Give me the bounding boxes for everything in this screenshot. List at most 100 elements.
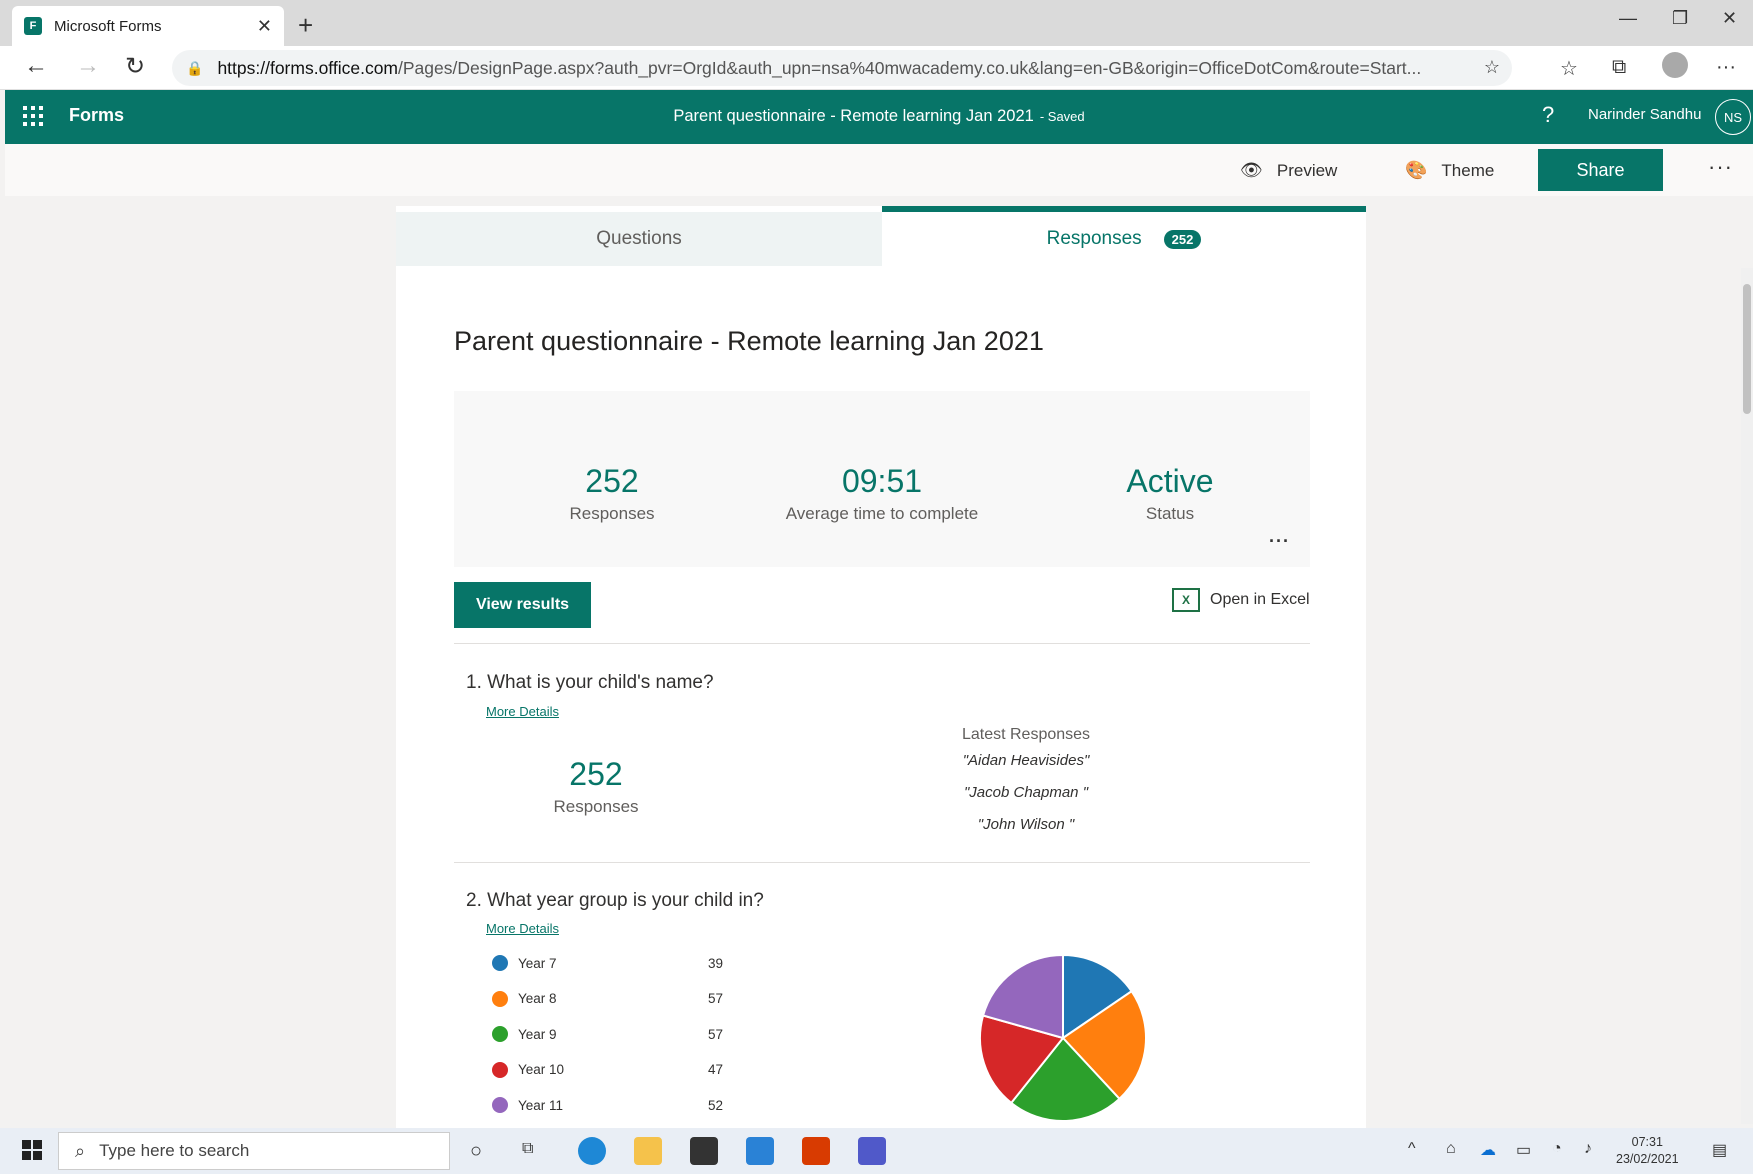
browser-tabstrip: F Microsoft Forms ✕ + — ❐ ✕ xyxy=(0,0,1753,46)
windows-start-icon[interactable] xyxy=(22,1140,42,1160)
notifications-icon[interactable]: ▤ xyxy=(1712,1140,1727,1160)
legend-swatch xyxy=(492,955,508,971)
legend-value: 39 xyxy=(708,955,724,971)
stat-status: Active Status xyxy=(1126,463,1214,523)
store-icon[interactable] xyxy=(690,1137,718,1165)
legend-swatch xyxy=(492,990,508,1007)
url-text: https://forms.office.com/Pages/DesignPag… xyxy=(217,57,1422,78)
legend-item: Year 11 52 xyxy=(492,1090,762,1120)
tab-title: Microsoft Forms xyxy=(54,17,162,35)
legend-value: 57 xyxy=(708,1026,724,1042)
windows-taskbar: ⌕ Type here to search ○ ⧉ ^ ⌂ ☁ ▭ ◔ ♪ 07… xyxy=(0,1128,1753,1174)
form-title-header: Parent questionnaire - Remote learning J… xyxy=(5,107,1753,126)
legend-swatch xyxy=(492,1061,508,1078)
legend-label: Year 9 xyxy=(518,1026,557,1042)
latest-response-item: "Jacob Chapman " xyxy=(963,784,1089,801)
legend-value: 57 xyxy=(708,991,724,1006)
user-avatar[interactable]: NS xyxy=(1715,99,1751,135)
legend-item: Year 7 39 xyxy=(492,948,762,978)
settings-more-icon[interactable]: ··· xyxy=(1716,56,1736,79)
excel-icon: X xyxy=(1172,588,1200,612)
page-title: Parent questionnaire - Remote learning J… xyxy=(454,326,1044,356)
stats-more-icon[interactable]: ··· xyxy=(1269,531,1290,552)
view-results-button[interactable]: View results xyxy=(454,582,591,628)
legend-label: Year 8 xyxy=(518,991,557,1006)
responses-count-badge: 252 xyxy=(1163,229,1202,249)
address-bar: ← → ↻ 🔒 https://forms.office.com/Pages/D… xyxy=(0,46,1753,90)
legend-item: Year 9 57 xyxy=(492,1019,762,1049)
legend-item: Year 8 57 xyxy=(492,984,762,1014)
forms-header: Forms Parent questionnaire - Remote lear… xyxy=(5,90,1753,144)
scrollbar-thumb[interactable] xyxy=(1743,284,1751,414)
forms-favicon-icon: F xyxy=(24,17,42,35)
mail-icon[interactable] xyxy=(746,1137,774,1165)
preview-button[interactable]: 👁 Preview xyxy=(1240,160,1337,181)
year-group-pie-chart xyxy=(980,953,1147,1122)
palette-icon: 🎨 xyxy=(1405,160,1428,180)
latest-responses: Latest Responses "Aidan Heavisides" "Jac… xyxy=(936,726,1116,848)
legend-swatch xyxy=(492,1026,508,1042)
legend-value: 52 xyxy=(708,1097,724,1113)
legend-label: Year 7 xyxy=(518,955,557,971)
cortana-icon[interactable]: ○ xyxy=(470,1140,482,1163)
show-hidden-icons-icon[interactable]: ^ xyxy=(1408,1140,1416,1158)
legend-label: Year 10 xyxy=(518,1062,565,1077)
form-tabs: Questions Responses 252 xyxy=(396,206,1366,266)
question-1-title: 1. What is your child's name? xyxy=(466,672,714,693)
stat-responses: 252 Responses xyxy=(569,463,655,523)
responses-card: Questions Responses 252 Parent questionn… xyxy=(396,206,1366,1130)
favorites-icon[interactable]: ☆ xyxy=(1560,56,1578,81)
taskbar-clock[interactable]: 07:31 23/02/2021 xyxy=(1616,1134,1679,1168)
q2-more-details-link[interactable]: More Details xyxy=(486,921,559,936)
divider xyxy=(454,862,1310,863)
search-icon: ⌕ xyxy=(75,1140,86,1161)
minimize-icon[interactable]: — xyxy=(1619,8,1637,29)
tab-questions[interactable]: Questions xyxy=(396,212,882,266)
teams-icon[interactable] xyxy=(858,1137,886,1165)
meet-now-icon[interactable]: ⌂ xyxy=(1446,1140,1456,1158)
eye-icon: 👁 xyxy=(1240,160,1263,180)
window-close-icon[interactable]: ✕ xyxy=(1722,8,1737,29)
q1-more-details-link[interactable]: More Details xyxy=(486,704,559,719)
legend-label: Year 11 xyxy=(518,1097,564,1113)
divider xyxy=(454,643,1310,644)
stat-average-time: 09:51 Average time to complete xyxy=(785,463,979,523)
page-scrollbar[interactable] xyxy=(1741,268,1753,1124)
user-name[interactable]: Narinder Sandhu xyxy=(1588,106,1701,123)
volume-icon[interactable]: ♪ xyxy=(1584,1140,1592,1158)
forward-icon[interactable]: → xyxy=(76,52,100,80)
back-icon[interactable]: ← xyxy=(24,52,48,80)
battery-icon[interactable]: ▭ xyxy=(1516,1140,1531,1160)
more-options-icon[interactable]: ··· xyxy=(1708,154,1733,180)
profile-avatar[interactable] xyxy=(1662,52,1688,78)
saved-status: - Saved xyxy=(1039,109,1085,124)
tab-responses[interactable]: Responses 252 xyxy=(882,206,1366,266)
share-button[interactable]: Share xyxy=(1538,149,1663,191)
onedrive-icon[interactable]: ☁ xyxy=(1480,1140,1496,1160)
wifi-icon[interactable]: ◔ xyxy=(1552,1140,1562,1158)
help-icon[interactable]: ? xyxy=(1542,102,1554,128)
refresh-icon[interactable]: ↻ xyxy=(125,52,145,81)
taskbar-search-input[interactable]: ⌕ Type here to search xyxy=(58,1132,450,1170)
theme-button[interactable]: 🎨 Theme xyxy=(1405,160,1494,181)
file-explorer-icon[interactable] xyxy=(634,1137,662,1165)
task-view-icon[interactable]: ⧉ xyxy=(522,1140,533,1158)
close-tab-icon[interactable]: ✕ xyxy=(257,16,272,37)
form-title: Parent questionnaire - Remote learning J… xyxy=(673,107,1034,125)
favorite-star-icon[interactable]: ☆ xyxy=(1484,57,1500,78)
office-icon[interactable] xyxy=(802,1137,830,1165)
legend-item: Year 10 47 xyxy=(492,1055,762,1085)
url-field[interactable]: 🔒 https://forms.office.com/Pages/DesignP… xyxy=(172,50,1512,86)
browser-tab[interactable]: F Microsoft Forms ✕ xyxy=(12,6,284,46)
latest-response-item: "John Wilson " xyxy=(977,816,1075,833)
open-in-excel-button[interactable]: X Open in Excel xyxy=(1172,588,1310,612)
question-2-title: 2. What year group is your child in? xyxy=(466,890,764,911)
command-bar: 👁 Preview 🎨 Theme Share ··· xyxy=(5,144,1753,196)
summary-stats-panel: 252 Responses 09:51 Average time to comp… xyxy=(454,391,1310,567)
restore-icon[interactable]: ❐ xyxy=(1672,8,1688,29)
collections-icon[interactable]: ⧉ xyxy=(1612,56,1626,79)
edge-icon[interactable] xyxy=(578,1137,606,1165)
legend-swatch xyxy=(492,1097,508,1113)
legend-value: 47 xyxy=(708,1062,724,1077)
new-tab-button[interactable]: + xyxy=(298,10,313,41)
